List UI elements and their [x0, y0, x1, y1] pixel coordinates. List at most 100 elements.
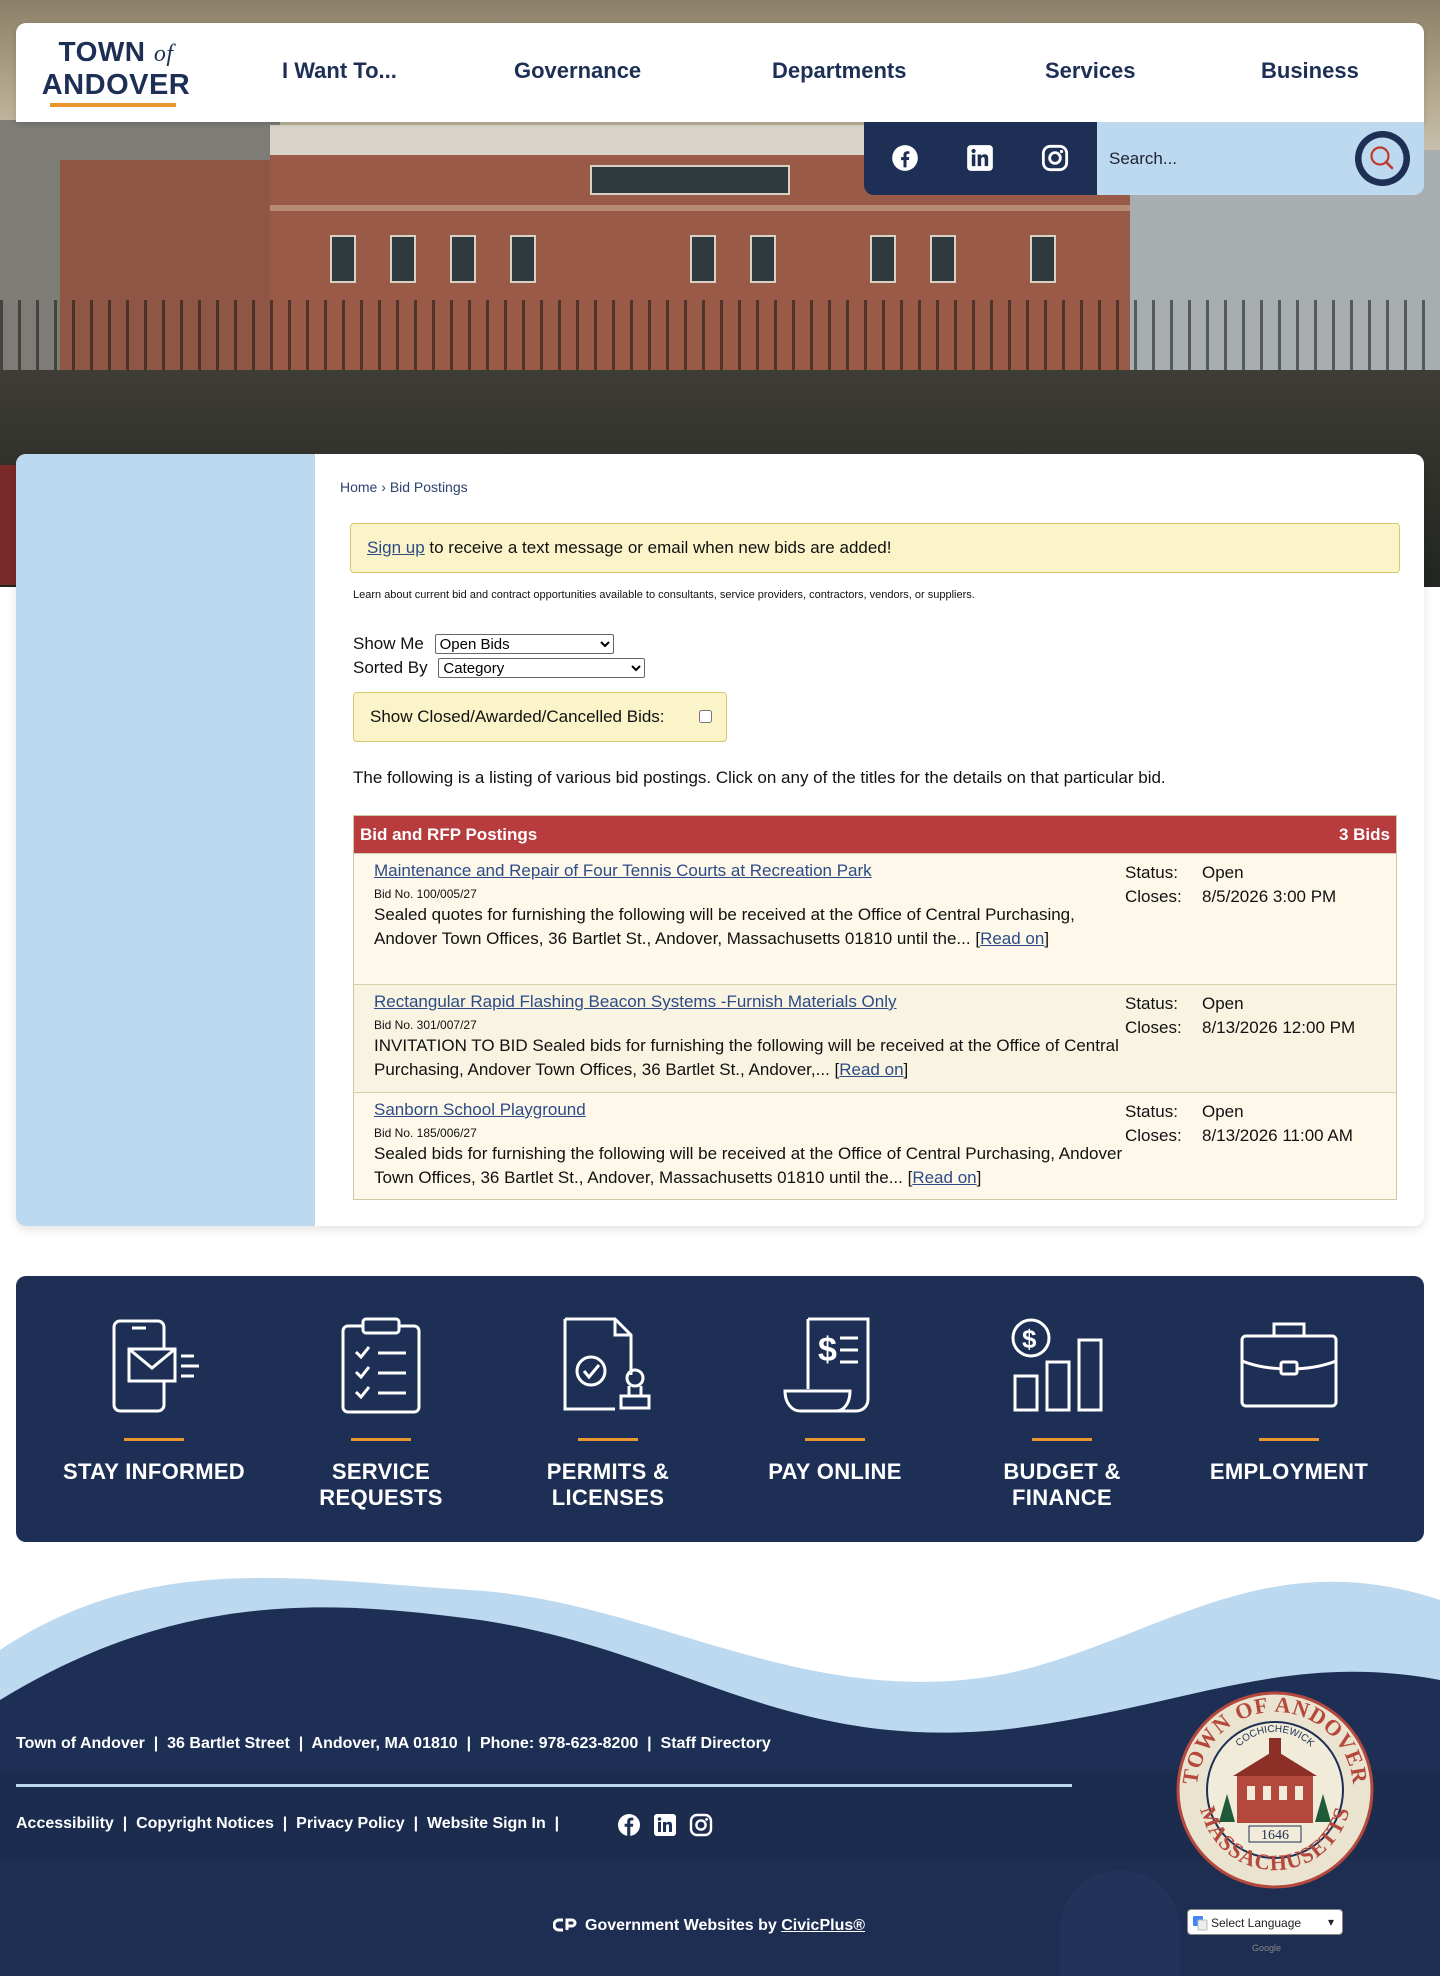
google-translate-icon [1193, 1916, 1208, 1931]
table-title: Bid and RFP Postings [360, 824, 538, 844]
bid-title-link[interactable]: Rectangular Rapid Flashing Beacon System… [374, 992, 1094, 1012]
website-sign-in-link[interactable]: Website Sign In [427, 1815, 546, 1832]
quick-link-label: STAY INFORMED [63, 1459, 245, 1484]
language-select[interactable]: Select Language ▾ [1187, 1909, 1343, 1935]
quick-links: STAY INFORMED SERVICE REQUESTS PERMITS & L… [16, 1276, 1424, 1542]
signup-alert-text: to receive a text message or email when … [424, 538, 892, 557]
checklist-icon [341, 1317, 421, 1414]
briefcase-icon [1240, 1322, 1338, 1408]
quick-link-label: PERMITS & LICENSES [546, 1459, 670, 1510]
bid-closes: 8/13/2026 12:00 PM [1202, 1018, 1356, 1037]
copyright-link[interactable]: Copyright Notices [136, 1815, 274, 1832]
show-me-filter: Show Me Open Bids [353, 634, 614, 654]
search-input[interactable] [1109, 142, 1329, 176]
svg-text:1646: 1646 [1261, 1828, 1289, 1843]
bid-postings-table: Bid and RFP Postings 3 Bids Maintenance … [353, 815, 1397, 1200]
intro-text: Learn about current bid and contract opp… [353, 589, 975, 601]
svg-text:$: $ [818, 1331, 837, 1369]
breadcrumb-current[interactable]: Bid Postings [390, 479, 468, 495]
quick-link-label: PAY ONLINE [768, 1459, 902, 1484]
nav-services[interactable]: Services [1045, 58, 1136, 84]
linkedin-icon[interactable] [966, 144, 994, 172]
table-row: Maintenance and Repair of Four Tennis Co… [354, 853, 1396, 984]
bar-chart-dollar-icon: $ [1011, 1318, 1103, 1412]
quick-link-label: EMPLOYMENT [1209, 1459, 1369, 1484]
search-box [1097, 122, 1424, 195]
bid-description: INVITATION TO BID Sealed bids for furnis… [374, 1036, 1119, 1079]
signup-alert: Sign up to receive a text message or ema… [350, 523, 1400, 573]
table-row: Rectangular Rapid Flashing Beacon System… [354, 984, 1396, 1092]
footer-instagram-icon[interactable] [689, 1813, 713, 1837]
quick-link-budget-finance[interactable]: $ BUDGET & FINANCE [957, 1316, 1167, 1511]
quick-link-employment[interactable]: EMPLOYMENT [1184, 1316, 1394, 1485]
footer-contact: Town of Andover | 36 Bartlet Street | An… [16, 1735, 771, 1752]
quick-link-label: BUDGET & FINANCE [1003, 1459, 1121, 1510]
nav-business[interactable]: Business [1261, 58, 1359, 84]
footer-city: Andover, MA 01810 [311, 1735, 458, 1752]
nav-i-want-to[interactable]: I Want To... [282, 58, 397, 84]
footer-phone: Phone: 978-623-8200 [479, 1735, 639, 1752]
bid-description: Sealed quotes for furnishing the followi… [374, 905, 1075, 948]
phone-mail-icon [112, 1319, 199, 1413]
bid-description: Sealed bids for furnishing the following… [374, 1144, 1123, 1187]
footer-town-name: Town of Andover [16, 1735, 145, 1752]
main-content-card: Home › Bid Postings Sign up to receive a… [16, 454, 1424, 1226]
show-closed-bids: Show Closed/Awarded/Cancelled Bids: [353, 692, 727, 742]
document-stamp-icon [563, 1317, 651, 1411]
facebook-icon[interactable] [891, 144, 919, 172]
footer-divider [16, 1784, 1072, 1787]
table-header: Bid and RFP Postings 3 Bids [354, 816, 1396, 853]
signup-link[interactable]: Sign up [367, 538, 425, 557]
civicplus-link[interactable]: CivicPlus® [781, 1917, 865, 1934]
listing-description: The following is a listing of various bi… [353, 768, 1166, 787]
quick-link-permits-licenses[interactable]: PERMITS & LICENSES [503, 1316, 713, 1511]
chevron-down-icon: ▾ [1327, 1915, 1334, 1929]
social-links [864, 122, 1097, 195]
bid-closes: 8/5/2026 3:00 PM [1202, 887, 1337, 906]
header-bar: TOWN of ANDOVER I Want To... Governance … [16, 23, 1424, 122]
bid-status: Open [1202, 863, 1244, 882]
read-on-link[interactable]: Read on [912, 1168, 976, 1187]
read-on-link[interactable]: Read on [980, 929, 1044, 948]
bid-closes: 8/13/2026 11:00 AM [1202, 1126, 1353, 1145]
bid-title-link[interactable]: Sanborn School Playground [374, 1100, 1094, 1120]
breadcrumb: Home › Bid Postings [340, 479, 468, 495]
quick-link-service-requests[interactable]: SERVICE REQUESTS [276, 1316, 486, 1511]
bid-meta: Status: Open Closes: 8/13/2026 12:00 PM [1125, 994, 1356, 1037]
search-icon [1361, 137, 1404, 180]
quick-link-stay-informed[interactable]: STAY INFORMED [49, 1316, 259, 1485]
search-button[interactable] [1355, 131, 1410, 186]
privacy-policy-link[interactable]: Privacy Policy [296, 1815, 405, 1832]
staff-directory-link[interactable]: Staff Directory [661, 1735, 771, 1752]
bid-title-link[interactable]: Maintenance and Repair of Four Tennis Co… [374, 861, 1094, 881]
footer-linkedin-icon[interactable] [653, 1813, 677, 1837]
show-me-label: Show Me [353, 634, 424, 653]
bid-count: 3 Bids [1338, 824, 1390, 844]
quick-link-label: SERVICE REQUESTS [319, 1459, 443, 1510]
show-closed-checkbox[interactable] [699, 710, 712, 723]
instagram-icon[interactable] [1041, 144, 1069, 172]
quick-link-pay-online[interactable]: $ PAY ONLINE [730, 1316, 940, 1485]
table-row: Sanborn School Playground Bid No. 185/00… [354, 1092, 1396, 1199]
accessibility-link[interactable]: Accessibility [16, 1815, 114, 1832]
sidebar [16, 454, 315, 1226]
bid-status: Open [1202, 994, 1244, 1013]
bid-postings-content: Home › Bid Postings Sign up to receive a… [315, 454, 1424, 1226]
nav-governance[interactable]: Governance [514, 58, 641, 84]
sorted-by-select[interactable]: Category [438, 658, 646, 678]
bid-meta: Status: Open Closes: 8/13/2026 11:00 AM [1125, 1102, 1353, 1145]
town-logo[interactable]: TOWN of ANDOVER [36, 37, 196, 109]
breadcrumb-home[interactable]: Home [340, 479, 377, 495]
town-seal-logo: TOWN OF ANDOVER MASSACHUSETTS COCHICHEWI… [1176, 1691, 1374, 1889]
footer-facebook-icon[interactable] [617, 1813, 641, 1837]
civicplus-icon [552, 1918, 577, 1932]
read-on-link[interactable]: Read on [839, 1060, 903, 1079]
sorted-by-filter: Sorted By Category [353, 658, 646, 678]
footer-address: 36 Bartlet Street [167, 1735, 290, 1752]
google-logo: Google [1252, 1943, 1282, 1953]
civicplus-credit: Government Websites by CivicPlus® [552, 1917, 865, 1935]
bid-status: Open [1202, 1102, 1244, 1121]
sorted-by-label: Sorted By [353, 658, 428, 677]
show-me-select[interactable]: Open Bids [434, 634, 614, 654]
nav-departments[interactable]: Departments [772, 58, 906, 84]
